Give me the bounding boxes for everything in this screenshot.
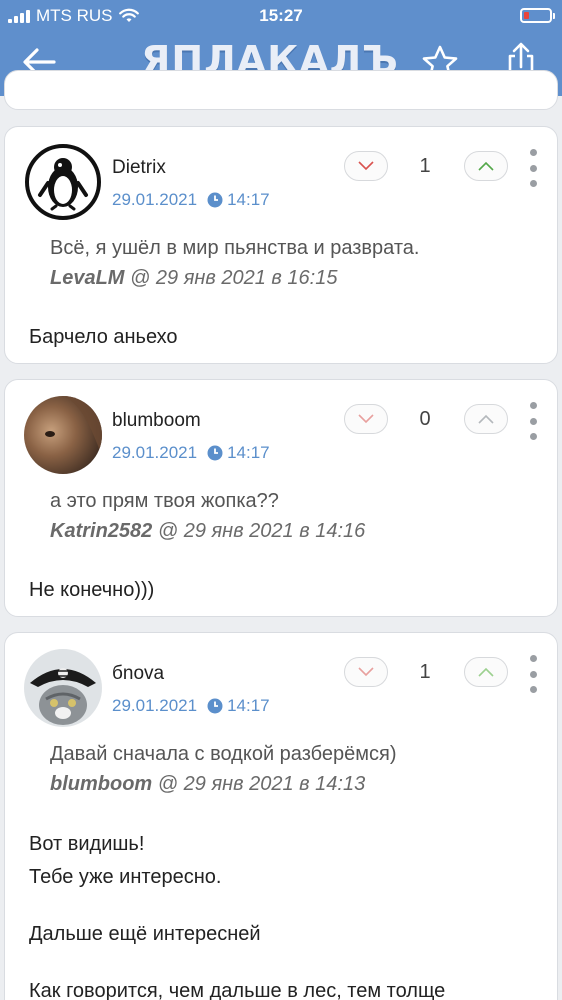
quote-text: Всё, я ушёл в мир пьянства и разврата. [50, 237, 420, 259]
downvote-button[interactable] [344, 657, 388, 687]
comment-time: 14:17 [227, 696, 270, 715]
comment-card: бnova 29.01.2021 14:17 1 Давай сначала с… [4, 632, 558, 1000]
username[interactable]: бnova [112, 663, 164, 685]
pirate-cat-avatar [24, 649, 102, 727]
more-options-icon[interactable] [525, 149, 541, 187]
avatar[interactable] [24, 143, 102, 221]
downvote-button[interactable] [344, 404, 388, 434]
quote-source: LevaLM @ 29 янв 2021 в 16:15 [50, 263, 419, 293]
comment-date: 29.01.2021 [112, 443, 198, 462]
upvote-button[interactable] [464, 404, 508, 434]
comment-time: 14:17 [227, 190, 270, 209]
comment-line: Барчело аньехо [29, 326, 178, 348]
comment-score: 0 [419, 408, 431, 430]
quote-date: @ 29 янв 2021 в 14:16 [152, 520, 366, 542]
comment-time: 14:17 [227, 443, 270, 462]
comment-card: blumboom 29.01.2021 14:17 0 а это прям т… [4, 379, 558, 617]
comment-timestamp: 29.01.2021 14:17 [112, 696, 270, 716]
comment-line: Дальше ещё интересней [29, 923, 261, 945]
comment-body: Вот видишь! Тебе уже интересно. Дальше е… [29, 828, 445, 1000]
quote-block: а это прям твоя жопка?? Katrin2582 @ 29 … [50, 486, 365, 546]
comment-date: 29.01.2021 [112, 190, 198, 209]
comment-timestamp: 29.01.2021 14:17 [112, 443, 270, 463]
battery-icon [520, 8, 555, 23]
clock-icon [207, 445, 223, 461]
comment-line: Не конечно))) [29, 579, 155, 601]
quote-source: Katrin2582 @ 29 янв 2021 в 14:16 [50, 516, 365, 546]
upvote-button[interactable] [464, 151, 508, 181]
quote-text: а это прям твоя жопка?? [50, 490, 279, 512]
clock-icon [207, 698, 223, 714]
more-options-icon[interactable] [525, 402, 541, 440]
comment-score: 1 [419, 155, 431, 177]
quote-source: blumboom @ 29 янв 2021 в 14:13 [50, 769, 396, 799]
quote-block: Давай сначала с водкой разберёмся) blumb… [50, 739, 396, 799]
quote-block: Всё, я ушёл в мир пьянства и разврата. L… [50, 233, 419, 293]
quote-date: @ 29 янв 2021 в 16:15 [124, 267, 338, 289]
more-options-icon[interactable] [525, 655, 541, 693]
quote-author-link[interactable]: LevaLM [50, 267, 124, 289]
comment-line: Как говорится, чем дальше в лес, тем тол… [29, 980, 446, 1000]
comment-card: Dietrix 29.01.2021 14:17 1 Всё, я ушёл в… [4, 126, 558, 364]
chevron-up-icon [478, 161, 494, 171]
username[interactable]: Dietrix [112, 157, 166, 179]
quote-date: @ 29 янв 2021 в 14:13 [152, 773, 366, 795]
avatar[interactable] [24, 649, 102, 727]
chevron-down-icon [358, 667, 374, 677]
quote-author-link[interactable]: blumboom [50, 773, 152, 795]
chevron-up-icon [478, 414, 494, 424]
comment-line: Вот видишь! [29, 833, 145, 855]
quote-text: Давай сначала с водкой разберёмся) [50, 743, 397, 765]
chevron-down-icon [358, 161, 374, 171]
comment-date: 29.01.2021 [112, 696, 198, 715]
username[interactable]: blumboom [112, 410, 201, 432]
comment-body: Не конечно))) [29, 574, 154, 607]
avatar[interactable] [24, 396, 102, 474]
photo-avatar [24, 396, 102, 474]
quote-author-link[interactable]: Katrin2582 [50, 520, 152, 542]
comment-line: Тебе уже интересно. [29, 866, 222, 888]
status-time: 15:27 [259, 6, 303, 25]
status-bar: MTS RUS 15:27 [0, 0, 562, 32]
comment-score: 1 [419, 661, 431, 683]
chevron-down-icon [358, 414, 374, 424]
upvote-button[interactable] [464, 657, 508, 687]
comment-timestamp: 29.01.2021 14:17 [112, 190, 270, 210]
comment-body: Барчело аньехо [29, 321, 178, 354]
chevron-up-icon [478, 667, 494, 677]
downvote-button[interactable] [344, 151, 388, 181]
clock-icon [207, 192, 223, 208]
penguin-avatar-icon [25, 144, 101, 220]
previous-comment-card [4, 70, 558, 110]
